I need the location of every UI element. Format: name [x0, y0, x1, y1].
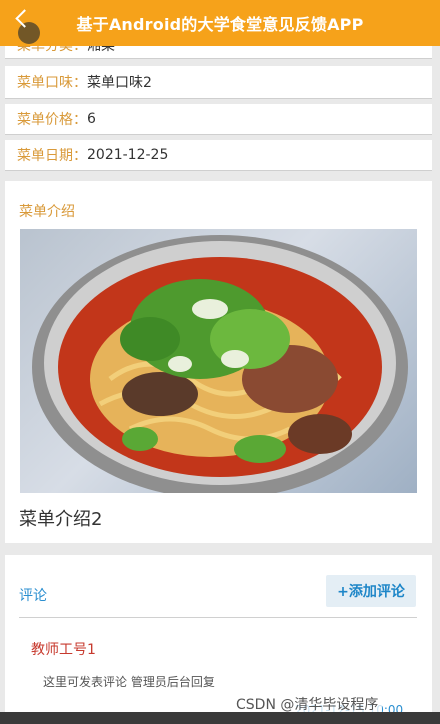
intro-text: 菜单介绍2 — [19, 509, 103, 530]
bottom-bar — [0, 712, 440, 724]
field-value: 2021-12-25 — [87, 147, 169, 163]
field-label: 菜单口味： — [17, 75, 87, 91]
comment-author: 教师工号1 — [31, 642, 96, 658]
intro-title: 菜单介绍 — [19, 204, 75, 220]
field-row-taste: 菜单口味： 菜单口味2 — [5, 66, 432, 98]
field-value: 菜单口味2 — [87, 75, 152, 91]
divider — [19, 617, 417, 618]
app-header: 基于Android的大学食堂意见反馈APP — [0, 0, 440, 46]
comment-text: 这里可发表评论 管理员后台回复 — [43, 675, 215, 689]
field-label: 菜单日期： — [17, 148, 87, 164]
field-row-price: 菜单价格： 6 — [5, 104, 432, 134]
field-value: 6 — [87, 111, 96, 127]
add-comment-button[interactable]: +添加评论 — [326, 575, 416, 607]
dish-photo — [20, 229, 417, 493]
intro-card: 菜单介绍 菜单介绍2 — [5, 181, 432, 543]
app-title: 基于Android的大学食堂意见反馈APP — [76, 15, 364, 34]
watermark: CSDN @清华毕设程序 — [232, 694, 383, 714]
comments-title: 评论 — [19, 588, 47, 604]
back-button[interactable] — [14, 9, 44, 44]
field-label: 菜单价格： — [17, 112, 87, 128]
noodle-bowl-image — [32, 235, 408, 493]
field-row-date: 菜单日期： 2021-12-25 — [5, 140, 432, 170]
